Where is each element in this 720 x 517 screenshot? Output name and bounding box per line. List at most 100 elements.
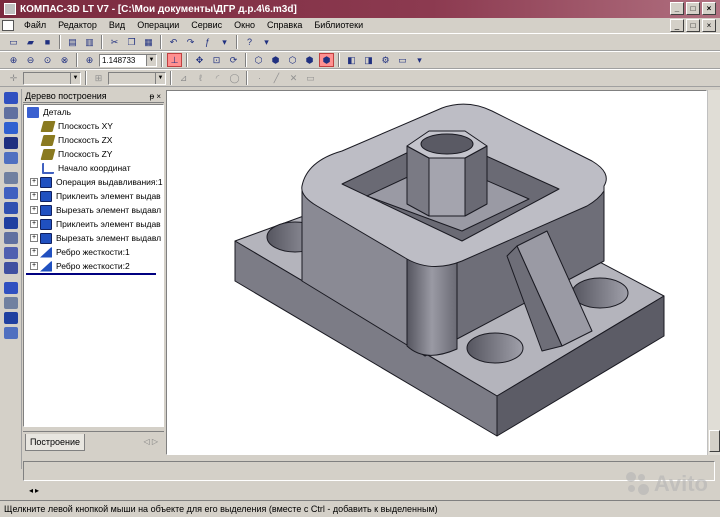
edit-tool-icon[interactable]: [4, 172, 18, 184]
model-viewport[interactable]: [166, 90, 707, 455]
zoom-scale-icon[interactable]: ⊕: [82, 53, 97, 67]
print-icon[interactable]: ▤: [65, 35, 80, 49]
cut-icon[interactable]: ✂: [107, 35, 122, 49]
zoom-window-icon[interactable]: ⊙: [40, 53, 55, 67]
scroll-left-icon[interactable]: ◂: [29, 486, 33, 495]
maximize-button[interactable]: □: [686, 2, 700, 15]
loft-tool-icon[interactable]: [4, 262, 18, 274]
zoom-out-icon[interactable]: ⊖: [23, 53, 38, 67]
expand-toggle[interactable]: +: [30, 178, 38, 186]
lib-tool-icon[interactable]: [4, 327, 18, 339]
variables-icon[interactable]: ƒ: [200, 35, 215, 49]
orientation-icon[interactable]: ⊥: [167, 53, 182, 67]
expand-toggle[interactable]: +: [30, 248, 38, 256]
menu-view[interactable]: Вид: [103, 20, 131, 30]
dimension-tool-icon[interactable]: [4, 137, 18, 149]
snap-combo[interactable]: ▼: [23, 71, 81, 85]
menu-edit[interactable]: Редактор: [52, 20, 103, 30]
help-icon[interactable]: ?: [242, 35, 257, 49]
tree-panel-controls[interactable]: ᵽ ×: [150, 92, 161, 101]
tree-item-cut-1[interactable]: + Вырезать элемент выдавл: [24, 203, 163, 217]
help-dropdown-icon[interactable]: ▾: [259, 35, 274, 49]
shaded-icon[interactable]: ⬢: [302, 53, 317, 67]
snap-icon[interactable]: ✛: [6, 71, 21, 85]
tree-item-boss-1[interactable]: + Приклеить элемент выдав: [24, 189, 163, 203]
expand-toggle[interactable]: +: [30, 234, 38, 242]
menu-window[interactable]: Окно: [228, 20, 261, 30]
minimize-button[interactable]: _: [670, 2, 684, 15]
select-tool-icon[interactable]: [4, 297, 18, 309]
auxiliary-tool-icon[interactable]: [4, 202, 18, 214]
splitter[interactable]: [23, 456, 707, 460]
tree-item-origin[interactable]: Начало координат: [24, 161, 163, 175]
perspective-icon[interactable]: ◧: [344, 53, 359, 67]
line-icon[interactable]: ╱: [269, 71, 284, 85]
filter-tool-icon[interactable]: [4, 152, 18, 164]
zoom-fit-icon[interactable]: ⊗: [57, 53, 72, 67]
tree-item-detail[interactable]: Деталь: [24, 105, 163, 119]
document-icon[interactable]: [2, 19, 14, 31]
surface-tool-icon[interactable]: [4, 122, 18, 134]
layer-combo[interactable]: ▼: [108, 71, 166, 85]
style-icon[interactable]: ℓ: [193, 71, 208, 85]
circle-icon[interactable]: ◯: [227, 71, 242, 85]
pan-icon[interactable]: ✥: [192, 53, 207, 67]
new-file-icon[interactable]: ▭: [6, 35, 21, 49]
tree-item-boss-2[interactable]: + Приклеить элемент выдав: [24, 217, 163, 231]
refresh-icon[interactable]: ⊡: [209, 53, 224, 67]
paste-icon[interactable]: ▦: [141, 35, 156, 49]
tree-item-extrude-1[interactable]: + Операция выдавливания:1: [24, 175, 163, 189]
point-icon[interactable]: ·: [252, 71, 267, 85]
geometry-tool-icon[interactable]: [4, 92, 18, 104]
grid-icon[interactable]: ⊞: [91, 71, 106, 85]
menu-operations[interactable]: Операции: [131, 20, 185, 30]
expand-toggle[interactable]: +: [30, 192, 38, 200]
cross-icon[interactable]: ✕: [286, 71, 301, 85]
expand-toggle[interactable]: +: [30, 262, 38, 270]
doc-minimize-button[interactable]: _: [670, 19, 684, 32]
wireframe-icon[interactable]: ⬡: [251, 53, 266, 67]
dropdown-icon[interactable]: ▾: [217, 35, 232, 49]
menu-file[interactable]: Файл: [18, 20, 52, 30]
arc-icon[interactable]: ◜: [210, 71, 225, 85]
measure-tool-icon[interactable]: [4, 282, 18, 294]
display-icon[interactable]: ▭: [395, 53, 410, 67]
menu-libraries[interactable]: Библиотеки: [308, 20, 369, 30]
rotate-icon[interactable]: ⟳: [226, 53, 241, 67]
redo-icon[interactable]: ↷: [183, 35, 198, 49]
doc-restore-button[interactable]: □: [686, 19, 700, 32]
menu-service[interactable]: Сервис: [185, 20, 228, 30]
tab-scroll-arrows[interactable]: ◁ ▷: [143, 437, 158, 446]
zoom-dropdown-icon[interactable]: ▼: [146, 54, 156, 66]
tree-item-plane-xy[interactable]: Плоскость XY: [24, 119, 163, 133]
copy-icon[interactable]: ❐: [124, 35, 139, 49]
preview-icon[interactable]: ▥: [82, 35, 97, 49]
rect-icon[interactable]: ▭: [303, 71, 318, 85]
tab-build[interactable]: Построение: [25, 434, 85, 451]
array-tool-icon[interactable]: [4, 187, 18, 199]
undo-icon[interactable]: ↶: [166, 35, 181, 49]
extrude-tool-icon[interactable]: [4, 217, 18, 229]
shaded-edges-icon[interactable]: ⬢: [319, 53, 334, 67]
section-icon[interactable]: ◨: [361, 53, 376, 67]
close-button[interactable]: ×: [702, 2, 716, 15]
zoom-scale-combo[interactable]: 1.148733 ▼: [99, 53, 157, 67]
model-3d[interactable]: [167, 91, 707, 455]
tree-item-cut-2[interactable]: + Вырезать элемент выдавл: [24, 231, 163, 245]
doc-close-button[interactable]: ×: [702, 19, 716, 32]
tree-item-plane-zx[interactable]: Плоскость ZX: [24, 133, 163, 147]
hidden-lines-icon[interactable]: ⬢: [268, 53, 283, 67]
display-dropdown-icon[interactable]: ▾: [412, 53, 427, 67]
hidden-thin-icon[interactable]: ⬡: [285, 53, 300, 67]
tree-item-rib-2[interactable]: + Ребро жесткости:2: [24, 259, 163, 275]
save-icon[interactable]: ■: [40, 35, 55, 49]
spline-tool-icon[interactable]: [4, 107, 18, 119]
expand-toggle[interactable]: +: [30, 220, 38, 228]
expand-toggle[interactable]: +: [30, 206, 38, 214]
filter-icon[interactable]: ⚙: [378, 53, 393, 67]
tree-item-plane-zy[interactable]: Плоскость ZY: [24, 147, 163, 161]
menu-help[interactable]: Справка: [261, 20, 308, 30]
rotate-tool-icon[interactable]: [4, 232, 18, 244]
measure-icon[interactable]: ⊿: [176, 71, 191, 85]
kinematic-tool-icon[interactable]: [4, 247, 18, 259]
